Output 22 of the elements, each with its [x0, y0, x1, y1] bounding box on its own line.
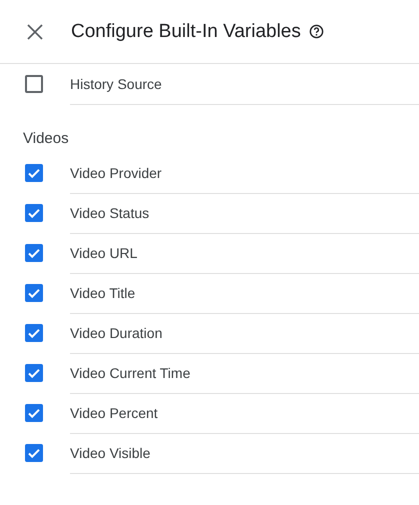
- checkbox[interactable]: [25, 244, 43, 262]
- checkbox-label: Video Title: [70, 284, 136, 300]
- section-heading: Videos: [22, 129, 70, 149]
- checkbox-label: Video Visible: [70, 444, 150, 460]
- checkbox-label: Video Duration: [70, 324, 162, 340]
- checkbox-label: Video Provider: [70, 164, 162, 180]
- checkbox-label: Video Status: [70, 204, 150, 220]
- checkbox-label: Video Current Time: [70, 364, 190, 380]
- checkbox[interactable]: [25, 444, 43, 462]
- checkbox[interactable]: [25, 404, 43, 422]
- checkbox[interactable]: [25, 284, 43, 302]
- dialog-title: Configure Built-In Variables: [71, 20, 301, 42]
- close-icon[interactable]: [26, 22, 44, 40]
- checkbox[interactable]: [25, 75, 43, 93]
- checkbox-label: Video URL: [70, 244, 138, 260]
- help-icon[interactable]: [308, 24, 324, 39]
- checkbox[interactable]: [25, 364, 43, 382]
- checkbox[interactable]: [25, 164, 43, 182]
- checkbox-label: History Source: [70, 76, 162, 92]
- checkbox[interactable]: [25, 204, 43, 222]
- checkbox-label: Video Percent: [70, 404, 158, 420]
- checkbox[interactable]: [25, 324, 43, 342]
